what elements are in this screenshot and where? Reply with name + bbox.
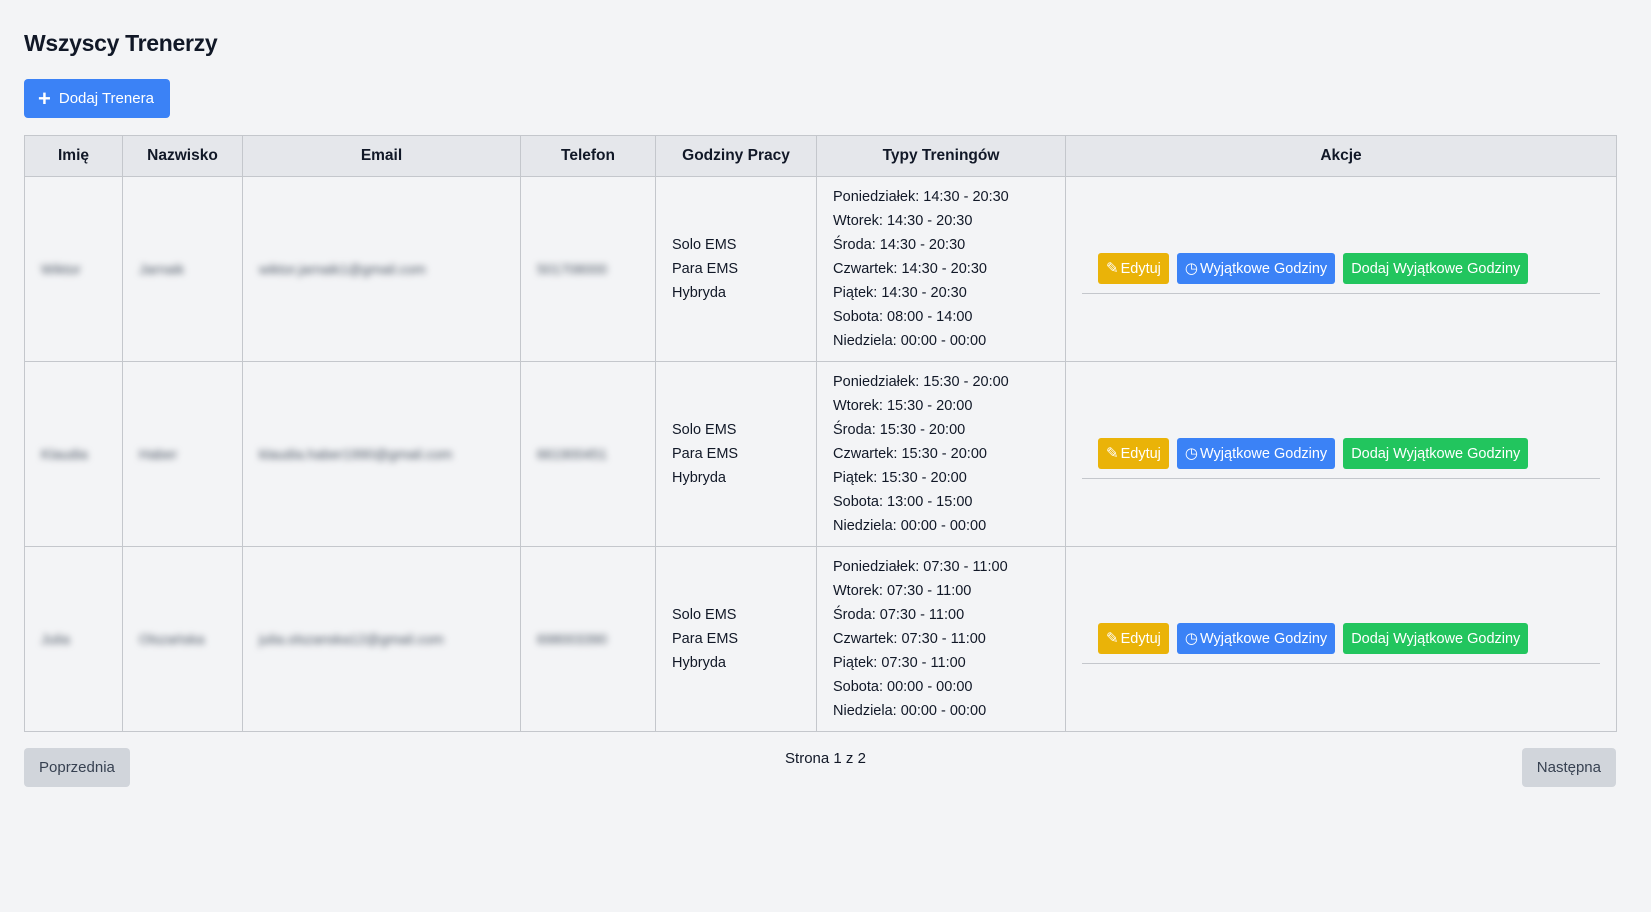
training-type: Solo EMS — [672, 237, 737, 253]
cell-phone: 661900451 — [520, 361, 656, 547]
cell-hours: Poniedziałek: 14:30 - 20:30 Wtorek: 14:3… — [816, 176, 1066, 362]
edit-button[interactable]: ✎ Edytuj — [1098, 623, 1169, 654]
cell-email: wiktor.jarnaik1@gmail.com — [242, 176, 521, 362]
hours-line: Poniedziałek: 07:30 - 11:00 — [833, 559, 1008, 575]
cell-training-types: Solo EMS Para EMS Hybryda — [655, 361, 817, 547]
trainers-table: Imię Nazwisko Email Telefon Godziny Prac… — [24, 135, 1617, 732]
clock-icon: ◷ — [1184, 260, 1198, 277]
add-exception-hours-button[interactable]: Dodaj Wyjątkowe Godziny — [1343, 253, 1529, 284]
cell-actions: ✎ Edytuj ◷ Wyjątkowe Godziny Dodaj Wyjąt… — [1065, 176, 1617, 362]
header-email: Email — [242, 135, 521, 177]
training-type: Para EMS — [672, 446, 739, 462]
cell-last-name: Jarnaik — [122, 176, 243, 362]
cell-phone: 501708000 — [520, 176, 656, 362]
actions-group: ✎ Edytuj ◷ Wyjątkowe Godziny Dodaj Wyjąt… — [1082, 245, 1600, 294]
hours-line: Czwartek: 14:30 - 20:30 — [833, 261, 987, 277]
add-exception-hours-button[interactable]: Dodaj Wyjątkowe Godziny — [1343, 438, 1529, 469]
page-title: Wszyscy Trenerzy — [24, 30, 218, 56]
clock-icon: ◷ — [1184, 445, 1198, 462]
hours-line: Niedziela: 00:00 - 00:00 — [833, 333, 987, 349]
hours-line: Poniedziałek: 15:30 - 20:00 — [833, 374, 1009, 390]
training-type: Solo EMS — [672, 607, 737, 623]
table-row: Klaudia Haber klaudia.haber1990@gmail.co… — [24, 361, 1617, 547]
hours-line: Wtorek: 07:30 - 11:00 — [833, 583, 972, 599]
cell-first-name: Wiktor — [24, 176, 123, 362]
cell-hours: Poniedziałek: 15:30 - 20:00 Wtorek: 15:3… — [816, 361, 1066, 547]
exception-hours-button[interactable]: ◷ Wyjątkowe Godziny — [1176, 438, 1336, 469]
header-first-name: Imię — [24, 135, 123, 177]
plus-icon: + — [38, 85, 51, 111]
hours-line: Środa: 14:30 - 20:30 — [833, 237, 966, 253]
cell-hours: Poniedziałek: 07:30 - 11:00 Wtorek: 07:3… — [816, 546, 1066, 732]
cell-actions: ✎ Edytuj ◷ Wyjątkowe Godziny Dodaj Wyjąt… — [1065, 361, 1617, 547]
cell-phone: 698003390 — [520, 546, 656, 732]
cell-last-name: Olszańska — [122, 546, 243, 732]
header-phone: Telefon — [520, 135, 656, 177]
exception-hours-button[interactable]: ◷ Wyjątkowe Godziny — [1176, 253, 1336, 284]
header-training-types: Typy Treningów — [816, 135, 1066, 177]
table-header-row: Imię Nazwisko Email Telefon Godziny Prac… — [24, 135, 1617, 177]
edit-button[interactable]: ✎ Edytuj — [1098, 438, 1169, 469]
training-type: Solo EMS — [672, 422, 737, 438]
hours-line: Środa: 15:30 - 20:00 — [833, 422, 966, 438]
cell-training-types: Solo EMS Para EMS Hybryda — [655, 546, 817, 732]
training-type: Para EMS — [672, 631, 739, 647]
hours-line: Piątek: 14:30 - 20:30 — [833, 285, 967, 301]
clock-icon: ◷ — [1184, 630, 1198, 647]
hours-line: Wtorek: 14:30 - 20:30 — [833, 213, 973, 229]
hours-line: Piątek: 07:30 - 11:00 — [833, 655, 966, 671]
hours-line: Poniedziałek: 14:30 - 20:30 — [833, 189, 1009, 205]
hours-line: Czwartek: 07:30 - 11:00 — [833, 631, 986, 647]
actions-group: ✎ Edytuj ◷ Wyjątkowe Godziny Dodaj Wyjąt… — [1082, 615, 1600, 664]
add-trainer-label: Dodaj Trenera — [58, 90, 154, 107]
next-page-button[interactable]: Następna — [1521, 748, 1616, 787]
edit-button[interactable]: ✎ Edytuj — [1098, 253, 1169, 284]
cell-actions: ✎ Edytuj ◷ Wyjątkowe Godziny Dodaj Wyjąt… — [1065, 546, 1617, 732]
header-last-name: Nazwisko — [122, 135, 243, 177]
cell-first-name: Julia — [24, 546, 123, 732]
header-work-hours: Godziny Pracy — [655, 135, 817, 177]
training-type: Para EMS — [672, 261, 739, 277]
cell-email: klaudia.haber1990@gmail.com — [242, 361, 521, 547]
trainers-page: Wszyscy Trenerzy + Dodaj Trenera Imię Na… — [0, 0, 1651, 912]
training-type: Hybryda — [672, 655, 726, 671]
hours-line: Sobota: 00:00 - 00:00 — [833, 679, 973, 695]
hours-line: Piątek: 15:30 - 20:00 — [833, 470, 967, 486]
hours-line: Wtorek: 15:30 - 20:00 — [833, 398, 973, 414]
header-actions: Akcje — [1065, 135, 1617, 177]
hours-line: Niedziela: 00:00 - 00:00 — [833, 703, 987, 719]
hours-line: Środa: 07:30 - 11:00 — [833, 607, 965, 623]
add-trainer-button[interactable]: + Dodaj Trenera — [24, 79, 170, 118]
hours-line: Czwartek: 15:30 - 20:00 — [833, 446, 987, 462]
exception-hours-button[interactable]: ◷ Wyjątkowe Godziny — [1176, 623, 1336, 654]
cell-first-name: Klaudia — [24, 361, 123, 547]
page-indicator: Strona 1 z 2 — [785, 750, 866, 767]
edit-icon: ✎ — [1106, 630, 1119, 647]
table-row: Wiktor Jarnaik wiktor.jarnaik1@gmail.com… — [24, 176, 1617, 362]
edit-icon: ✎ — [1106, 260, 1119, 277]
edit-icon: ✎ — [1106, 445, 1119, 462]
table-row: Julia Olszańska julia.olszanska12@gmail.… — [24, 546, 1617, 732]
cell-last-name: Haber — [122, 361, 243, 547]
hours-line: Sobota: 08:00 - 14:00 — [833, 309, 973, 325]
add-exception-hours-button[interactable]: Dodaj Wyjątkowe Godziny — [1343, 623, 1529, 654]
actions-group: ✎ Edytuj ◷ Wyjątkowe Godziny Dodaj Wyjąt… — [1082, 430, 1600, 479]
training-type: Hybryda — [672, 470, 726, 486]
hours-line: Sobota: 13:00 - 15:00 — [833, 494, 973, 510]
cell-training-types: Solo EMS Para EMS Hybryda — [655, 176, 817, 362]
cell-email: julia.olszanska12@gmail.com — [242, 546, 521, 732]
hours-line: Niedziela: 00:00 - 00:00 — [833, 518, 987, 534]
training-type: Hybryda — [672, 285, 726, 301]
